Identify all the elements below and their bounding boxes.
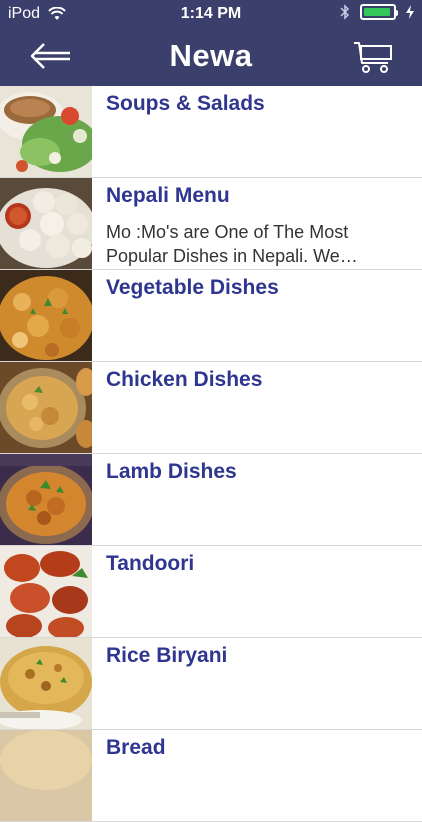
description-line: Popular Dishes in Nepali. We… [106,246,358,266]
description-line: Mo :Mo's are One of The Most [106,222,349,242]
bluetooth-icon [340,4,350,20]
shopping-cart-icon [354,42,392,73]
list-item[interactable]: Bread [0,730,422,822]
category-title: Lamb Dishes [106,460,237,483]
soups-salads-thumbnail [0,86,92,177]
list-item[interactable]: Lamb Dishes [0,454,422,546]
chicken-dishes-thumbnail [0,362,92,453]
category-title: Tandoori [106,552,195,575]
category-title: Chicken Dishes [106,368,263,391]
category-title: Nepali Menu [106,184,230,207]
category-description: Mo :Mo's are One of The Most Popular Dis… [106,220,406,268]
cart-button[interactable] [352,40,394,74]
category-list: Soups & Salads Nepali Menu Mo :Mo's are … [0,86,422,822]
list-item[interactable]: Vegetable Dishes [0,270,422,362]
vegetable-dishes-thumbnail [0,270,92,361]
status-bar: iPod 1:14 PM [0,0,422,28]
bread-thumbnail [0,730,92,821]
nav-bar: Newa [0,28,422,86]
list-item[interactable]: Chicken Dishes [0,362,422,454]
nepali-menu-thumbnail [0,178,92,269]
category-title: Vegetable Dishes [106,276,279,299]
rice-biryani-thumbnail [0,638,92,729]
list-item[interactable]: Nepali Menu Mo :Mo's are One of The Most… [0,178,422,270]
list-item[interactable]: Tandoori [0,546,422,638]
list-item[interactable]: Soups & Salads [0,86,422,178]
tandoori-thumbnail [0,546,92,637]
list-item[interactable]: Rice Biryani [0,638,422,730]
lamb-dishes-thumbnail [0,454,92,545]
category-title: Bread [106,736,166,759]
category-title: Soups & Salads [106,92,265,115]
header: iPod 1:14 PM Newa [0,0,422,86]
category-title: Rice Biryani [106,644,228,667]
status-right [340,4,414,20]
battery-icon [360,4,398,20]
charging-icon [406,5,414,19]
